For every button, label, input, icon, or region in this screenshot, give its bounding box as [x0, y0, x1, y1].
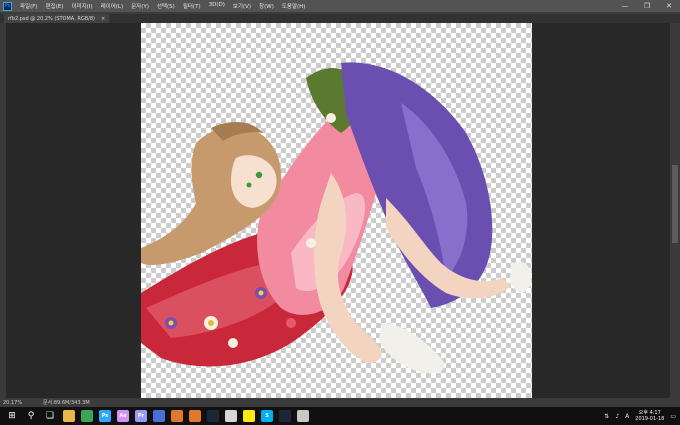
zoom-level[interactable]: 20.17%: [0, 400, 29, 406]
menu-item-0[interactable]: 파일(F): [16, 2, 42, 10]
menu-bar: Ps 파일(F) 편집(E) 이미지(I) 레이어(L) 문자(Y) 선택(S) 필터(T)…: [0, 0, 680, 12]
skype-icon[interactable]: S: [261, 410, 273, 422]
scrollbar-thumb[interactable]: [672, 165, 678, 243]
clock-date: 2019-01-18: [635, 416, 665, 422]
search-icon[interactable]: ⚲: [24, 409, 38, 423]
windows-start-icon[interactable]: ⊞: [5, 409, 19, 423]
app-7-icon[interactable]: [171, 410, 183, 422]
ime-indicator[interactable]: A: [625, 413, 629, 420]
status-bar: 20.17% 문서:89.6M/343.3M: [0, 398, 680, 407]
network-icon[interactable]: ⇅: [604, 413, 609, 420]
window-controls: — ❐ ✕: [614, 0, 680, 12]
after-effects-icon[interactable]: Ae: [117, 410, 129, 422]
menu-items: 파일(F) 편집(E) 이미지(I) 레이어(L) 문자(Y) 선택(S) 필터(T) 3D(…: [16, 2, 309, 10]
kakaotalk-icon[interactable]: [243, 410, 255, 422]
task-view-icon[interactable]: ❏: [43, 409, 57, 423]
document-tab-close-icon[interactable]: ×: [101, 16, 105, 22]
menu-item-4[interactable]: 문자(Y): [127, 2, 153, 10]
file-explorer-icon[interactable]: [63, 410, 75, 422]
chrome-icon[interactable]: [81, 410, 93, 422]
document-info: 문서:89.6M/343.3M: [43, 400, 90, 406]
system-tray: ⇅ ♪ A 오후 4:17 2019-01-18 ▭: [604, 407, 676, 425]
minimize-button[interactable]: —: [614, 0, 636, 12]
app-10-icon[interactable]: [225, 410, 237, 422]
app-14-icon[interactable]: [297, 410, 309, 422]
premiere-icon[interactable]: Pr: [135, 410, 147, 422]
canvas-area[interactable]: [6, 23, 670, 398]
document-tab-title: rfb2.psd @ 20.2% (STOMA, RGB/8): [8, 15, 95, 22]
vertical-scrollbar[interactable]: [670, 23, 680, 398]
eye: [255, 171, 263, 179]
photoshop-icon[interactable]: Ps: [99, 410, 111, 422]
steam-2-icon[interactable]: [279, 410, 291, 422]
menu-item-2[interactable]: 이미지(I): [67, 2, 96, 10]
document-tab-bar: rfb2.psd @ 20.2% (STOMA, RGB/8) ×: [0, 14, 680, 23]
sock: [379, 323, 445, 374]
notification-icon[interactable]: ▭: [670, 413, 676, 420]
taskbar-apps: Ps Ae Pr S: [57, 410, 309, 422]
menu-item-5[interactable]: 선택(S): [153, 2, 179, 10]
app-6-icon[interactable]: [153, 410, 165, 422]
app-8-icon[interactable]: [189, 410, 201, 422]
menu-item-10[interactable]: 도움말(H): [278, 2, 310, 10]
menu-item-8[interactable]: 보기(V): [229, 2, 255, 10]
menu-item-9[interactable]: 창(W): [255, 2, 278, 10]
close-button[interactable]: ✕: [658, 0, 680, 12]
windows-taskbar: ⊞ ⚲ ❏ Ps Ae Pr S ⇅ ♪ A 오후 4:17 2019-01-18 ▭: [0, 407, 680, 425]
volume-icon[interactable]: ♪: [615, 413, 619, 420]
maximize-button[interactable]: ❐: [636, 0, 658, 12]
menu-item-3[interactable]: 레이어(L): [97, 2, 128, 10]
document-tab[interactable]: rfb2.psd @ 20.2% (STOMA, RGB/8) ×: [4, 14, 110, 23]
clock[interactable]: 오후 4:17 2019-01-18: [635, 410, 664, 422]
photoshop-logo-icon[interactable]: Ps: [3, 1, 12, 11]
artwork-illustration: [141, 62, 532, 374]
steam-icon[interactable]: [207, 410, 219, 422]
menu-item-1[interactable]: 편집(E): [42, 2, 68, 10]
menu-item-6[interactable]: 필터(T): [179, 2, 205, 10]
document-canvas[interactable]: [141, 23, 532, 398]
menu-item-7[interactable]: 3D(D): [205, 2, 229, 10]
